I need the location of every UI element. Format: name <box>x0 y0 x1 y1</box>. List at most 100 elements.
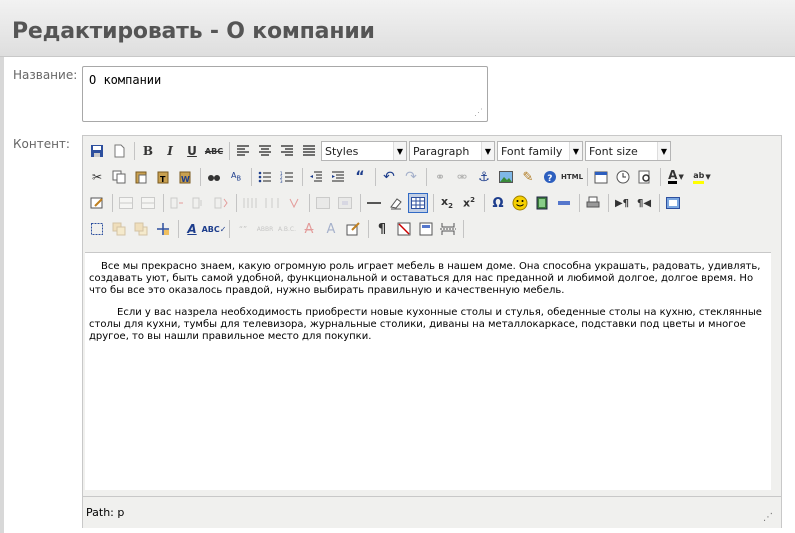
numbered-list-icon[interactable]: 123 <box>277 167 297 187</box>
absolute-position-icon[interactable] <box>153 219 173 239</box>
ltr-icon[interactable]: ▶¶ <box>612 193 632 213</box>
replace-icon[interactable]: AB <box>226 167 246 187</box>
paste-icon[interactable] <box>131 167 151 187</box>
align-right-icon[interactable] <box>277 141 297 161</box>
delete-row-icon[interactable] <box>167 193 187 213</box>
bold-icon[interactable]: B <box>138 141 158 161</box>
separator <box>229 142 230 160</box>
separator <box>112 194 113 212</box>
horizontal-rule-icon[interactable] <box>364 193 384 213</box>
resize-grip-icon[interactable]: ⋰ <box>763 512 773 523</box>
html-source-icon[interactable]: HTML <box>561 167 583 187</box>
subscript-icon[interactable]: x2 <box>437 193 457 213</box>
separator <box>236 194 237 212</box>
indent-icon[interactable] <box>328 167 348 187</box>
spellcheck-icon[interactable]: ABC✓ <box>202 219 227 239</box>
insertion-icon[interactable]: A <box>321 219 341 239</box>
styles-select[interactable]: Styles ▼ <box>321 141 407 161</box>
edit-properties-icon[interactable] <box>87 193 107 213</box>
align-justify-icon[interactable] <box>299 141 319 161</box>
strikethrough-icon[interactable]: ABC <box>204 141 224 161</box>
move-forward-icon[interactable] <box>109 219 129 239</box>
fullscreen-icon[interactable] <box>663 193 683 213</box>
pagebreak-icon[interactable] <box>438 219 458 239</box>
chevron-down-icon: ▼ <box>393 142 406 160</box>
outdent-icon[interactable] <box>306 167 326 187</box>
new-document-icon[interactable] <box>109 141 129 161</box>
editor-content-area[interactable]: Все мы прекрасно знаем, какую огромную р… <box>85 252 771 490</box>
save-icon[interactable] <box>87 141 107 161</box>
merge-cells-icon[interactable] <box>284 193 304 213</box>
separator <box>178 220 179 238</box>
split-cells-icon[interactable] <box>262 193 282 213</box>
redo-icon[interactable]: ↷ <box>401 167 421 187</box>
insert-time-icon[interactable] <box>613 167 633 187</box>
non-breaking-icon[interactable] <box>394 219 414 239</box>
abbreviation-icon[interactable]: ABBR <box>255 219 275 239</box>
italic-icon[interactable]: I <box>160 141 180 161</box>
cut-icon[interactable]: ✂ <box>87 167 107 187</box>
link-icon[interactable]: ⚭ <box>430 167 450 187</box>
insert-row-before-icon[interactable] <box>116 193 136 213</box>
remove-format-icon[interactable] <box>386 193 406 213</box>
paste-text-icon[interactable]: T <box>153 167 173 187</box>
separator <box>375 168 376 186</box>
blockquote-icon[interactable]: “ <box>350 167 370 187</box>
paste-word-icon[interactable]: W <box>175 167 195 187</box>
table-icon[interactable] <box>408 193 428 213</box>
cleanup-icon[interactable]: ✎ <box>518 167 538 187</box>
attributes-icon[interactable] <box>343 219 363 239</box>
separator <box>134 142 135 160</box>
left-border <box>0 57 4 533</box>
anchor-icon[interactable]: ⚓ <box>474 167 494 187</box>
row-properties-icon[interactable] <box>313 193 333 213</box>
preview-icon[interactable] <box>635 167 655 187</box>
deletion-icon[interactable]: A <box>299 219 319 239</box>
content-scrollbar[interactable] <box>771 252 781 490</box>
styleprops-icon[interactable]: A <box>182 219 202 239</box>
align-center-icon[interactable] <box>255 141 275 161</box>
text-color-icon[interactable]: A ▼ <box>664 167 688 187</box>
separator <box>163 194 164 212</box>
undo-icon[interactable]: ↶ <box>379 167 399 187</box>
special-char-icon[interactable]: Ω <box>488 193 508 213</box>
insert-media-icon[interactable] <box>532 193 552 213</box>
acronym-icon[interactable]: A.B.C. <box>277 219 297 239</box>
cell-properties-icon[interactable] <box>335 193 355 213</box>
emoticon-icon[interactable] <box>510 193 530 213</box>
insert-row-after-icon[interactable] <box>138 193 158 213</box>
separator <box>463 220 464 238</box>
insert-layer-icon[interactable] <box>87 219 107 239</box>
find-icon[interactable] <box>204 167 224 187</box>
font-family-select[interactable]: Font family ▼ <box>497 141 583 161</box>
visual-chars-icon[interactable]: ¶ <box>372 219 392 239</box>
copy-icon[interactable] <box>109 167 129 187</box>
name-field[interactable]: О компании ⋰ <box>82 66 488 122</box>
insert-col-before-icon[interactable] <box>189 193 209 213</box>
insert-date-icon[interactable] <box>591 167 611 187</box>
svg-text:3: 3 <box>280 179 283 183</box>
insert-col-after-icon[interactable] <box>211 193 231 213</box>
separator <box>579 194 580 212</box>
separator <box>200 168 201 186</box>
rich-text-editor: B I U ABC Styles ▼ Paragraph ▼ Font family… <box>82 135 782 528</box>
print-icon[interactable] <box>583 193 603 213</box>
insert-image-icon[interactable] <box>496 167 516 187</box>
font-size-select[interactable]: Font size ▼ <box>585 141 671 161</box>
highlight-color-icon[interactable]: ab ▼ <box>690 167 714 187</box>
underline-icon[interactable]: U <box>182 141 202 161</box>
bullet-list-icon[interactable] <box>255 167 275 187</box>
help-icon[interactable]: ? <box>540 167 560 187</box>
resize-grip-icon[interactable]: ⋰ <box>474 108 483 118</box>
delete-col-icon[interactable] <box>240 193 260 213</box>
superscript-icon[interactable]: x2 <box>459 193 479 213</box>
move-backward-icon[interactable] <box>131 219 151 239</box>
format-select[interactable]: Paragraph ▼ <box>409 141 495 161</box>
align-left-icon[interactable] <box>233 141 253 161</box>
cite-icon[interactable]: “” <box>233 219 253 239</box>
unlink-icon[interactable]: ⚮ <box>452 167 472 187</box>
template-icon[interactable] <box>416 219 436 239</box>
page-break-icon[interactable] <box>554 193 574 213</box>
rtl-icon[interactable]: ¶◀ <box>634 193 654 213</box>
separator <box>660 168 661 186</box>
